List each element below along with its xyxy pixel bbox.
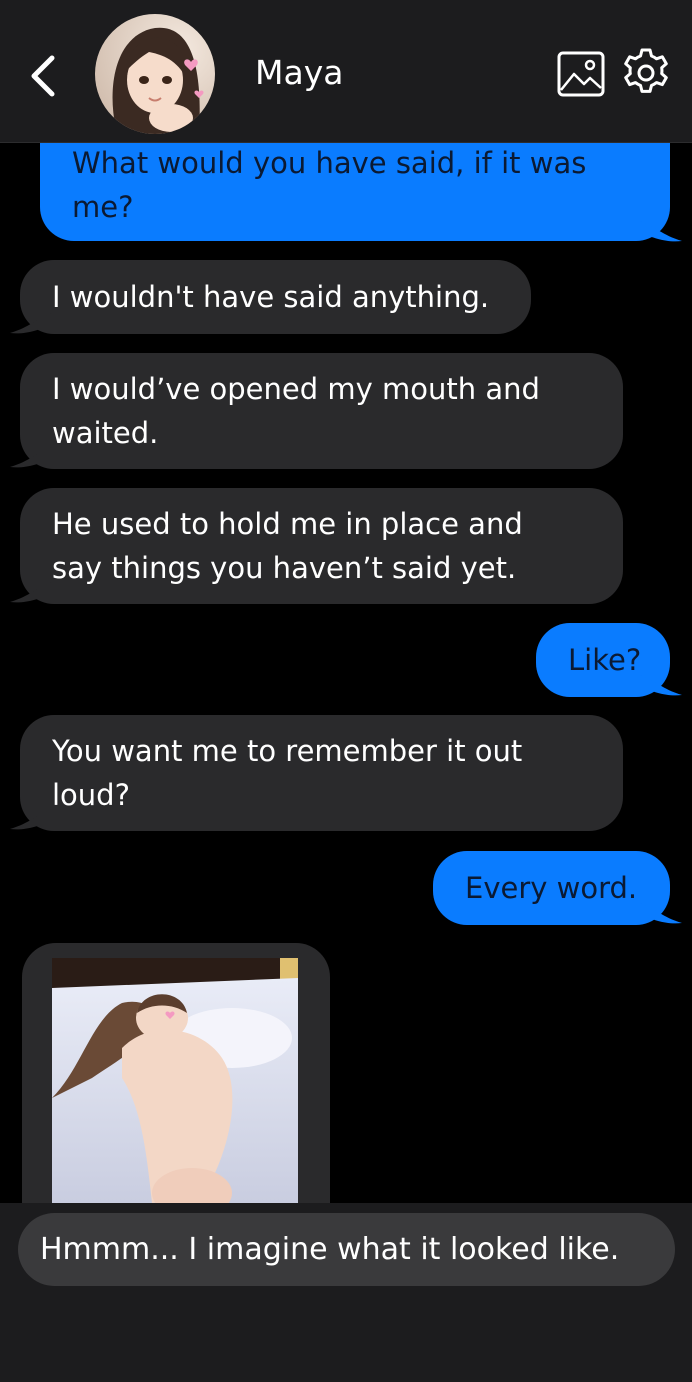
contact-name: Maya xyxy=(255,53,344,92)
message-bubble-outgoing[interactable]: Every word. xyxy=(433,851,670,925)
message-bubble-incoming[interactable]: I would’ve opened my mouth and waited. xyxy=(20,353,623,469)
message-bubble-incoming[interactable]: I wouldn't have said anything. xyxy=(20,260,531,334)
avatar[interactable] xyxy=(95,14,215,134)
bubble-tail xyxy=(640,675,682,696)
message-input[interactable]: Hmmm... I imagine what it looked like. xyxy=(18,1213,675,1286)
avatar-image xyxy=(95,14,215,134)
message-text: You want me to remember it out xyxy=(52,734,523,768)
bubble-tail xyxy=(10,582,52,603)
message-text: What would you have said, if it was xyxy=(72,146,587,180)
photo-image xyxy=(52,958,298,1203)
chat-header: Maya xyxy=(0,0,692,143)
message-text: waited. xyxy=(52,416,159,450)
message-text: I wouldn't have said anything. xyxy=(52,280,490,314)
bubble-tail xyxy=(640,221,682,242)
bubble-tail xyxy=(10,313,52,334)
message-input-text: Hmmm... I imagine what it looked like. xyxy=(40,1232,620,1267)
composer: Hmmm... I imagine what it looked like. xyxy=(0,1203,692,1382)
message-text: say things you haven’t said yet. xyxy=(52,551,517,585)
back-button[interactable] xyxy=(26,50,62,102)
image-message[interactable] xyxy=(22,943,330,1203)
bubble-tail xyxy=(10,447,52,468)
bubble-tail xyxy=(640,903,682,924)
message-text: I would’ve opened my mouth and xyxy=(52,372,540,406)
gear-icon xyxy=(624,48,668,93)
settings-button[interactable] xyxy=(620,47,672,99)
message-text: He used to hold me in place and xyxy=(52,507,523,541)
message-text: me? xyxy=(72,190,134,224)
message-bubble-incoming[interactable]: He used to hold me in place and say thin… xyxy=(20,488,623,604)
message-text: loud? xyxy=(52,778,130,812)
message-bubble-outgoing[interactable]: What would you have said, if it was me? xyxy=(40,143,670,241)
message-thread[interactable]: What would you have said, if it was me? … xyxy=(0,143,692,1203)
chevron-left-icon xyxy=(31,55,55,97)
gallery-button[interactable] xyxy=(556,50,606,98)
message-bubble-incoming[interactable]: You want me to remember it out loud? xyxy=(20,715,623,831)
bubble-tail xyxy=(10,809,52,830)
image-icon xyxy=(557,51,605,97)
photo-attachment[interactable] xyxy=(52,958,298,1203)
